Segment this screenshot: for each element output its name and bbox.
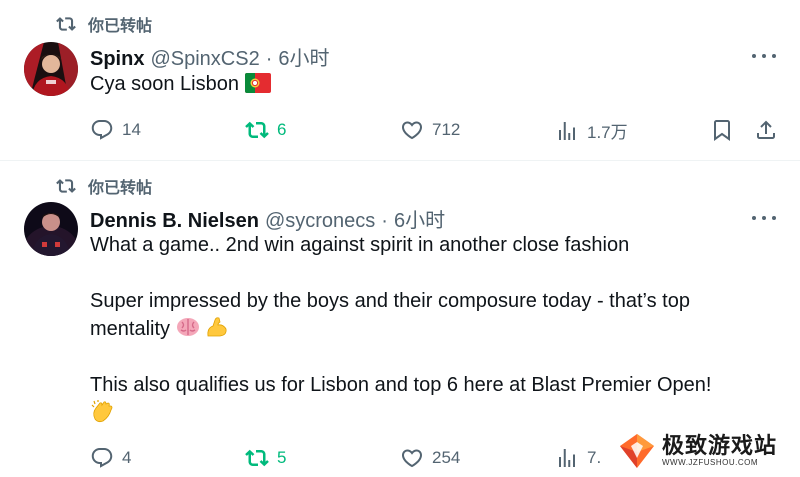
view-count: 1.7万 — [587, 123, 628, 142]
retweeted-label: 你已转帖 — [88, 18, 153, 35]
tweet-text-line: Cya soon Lisbon — [90, 73, 239, 95]
more-options-button[interactable] — [752, 46, 776, 66]
retweeted-indicator: 你已转帖 — [56, 12, 152, 36]
tweet-text: Cya soon Lisbon — [90, 70, 770, 98]
tweet-text-line: mentality — [90, 318, 171, 340]
watermark-logo-icon — [620, 434, 654, 468]
retweet-count: 5 — [277, 448, 287, 467]
tweet-divider — [0, 160, 800, 161]
author-name[interactable]: Dennis B. Nielsen — [90, 210, 259, 233]
author-handle[interactable]: @SpinxCS2 — [150, 48, 259, 71]
like-button[interactable]: 712 — [400, 118, 460, 142]
heart-icon — [401, 449, 423, 468]
site-watermark: 极致游戏站 WWW.JZFUSHOU.COM — [618, 432, 777, 470]
bookmark-icon — [714, 120, 730, 141]
heart-icon — [401, 121, 423, 140]
more-dot — [762, 216, 766, 220]
watermark-url: WWW.JZFUSHOU.COM — [662, 458, 758, 467]
reply-button[interactable]: 14 — [90, 118, 141, 142]
view-count: 7. — [587, 448, 602, 467]
reply-icon — [91, 448, 113, 468]
tweet-header: Spinx @SpinxCS2 · 6小时 — [90, 42, 330, 71]
reply-count: 4 — [122, 448, 132, 467]
reply-icon — [91, 120, 113, 140]
views-button[interactable]: 7. — [555, 446, 601, 470]
views-button[interactable]: 1.7万 — [555, 118, 628, 143]
analytics-icon — [559, 449, 575, 467]
like-button[interactable]: 254 — [400, 446, 460, 470]
retweet-button[interactable]: 5 — [245, 446, 286, 470]
separator-dot: · — [265, 48, 273, 70]
watermark-title: 极致游戏站 — [662, 433, 778, 458]
reply-button[interactable]: 4 — [90, 446, 131, 470]
more-dot — [762, 54, 766, 58]
tweet-text-line: What a game.. 2nd win against spirit in … — [90, 234, 630, 256]
retweet-count: 6 — [277, 120, 287, 139]
timestamp[interactable]: 6小时 — [394, 204, 445, 233]
tweet-text: What a game.. 2nd win against spirit in … — [90, 231, 770, 430]
separator-dot: · — [381, 210, 388, 232]
reply-count: 14 — [122, 120, 141, 139]
tweet-header: Dennis B. Nielsen @sycronecs · 6小时 — [90, 204, 445, 233]
more-dot — [752, 54, 756, 58]
tweet-text-line: This also qualifies us for Lisbon and to… — [90, 374, 712, 396]
brain-emoji-icon — [176, 318, 199, 336]
more-dot — [752, 216, 756, 220]
retweet-icon — [56, 179, 76, 193]
retweet-icon — [245, 449, 269, 467]
tweet-text-line: Super impressed by the boys and their co… — [90, 290, 690, 312]
tweet-card[interactable]: 你已转帖 Dennis B. Nielsen @sycronecs · 6小时 … — [0, 162, 800, 477]
avatar[interactable] — [24, 42, 78, 96]
more-dot — [772, 216, 776, 220]
like-count: 254 — [432, 448, 461, 467]
author-handle[interactable]: @sycronecs — [265, 210, 375, 233]
retweet-icon — [56, 17, 76, 31]
retweet-icon — [245, 121, 269, 139]
portugal-flag-icon — [244, 73, 271, 93]
more-options-button[interactable] — [752, 208, 776, 228]
tweet-card[interactable]: 你已转帖 Spinx @SpinxCS2 · 6小时 Cya soon Lisb… — [0, 0, 800, 160]
action-bar: 14 6 712 1.7万 — [90, 118, 780, 142]
avatar[interactable] — [24, 202, 78, 256]
analytics-icon — [559, 121, 575, 140]
share-button[interactable] — [754, 118, 778, 142]
clapping-hands-emoji-icon — [91, 400, 113, 423]
flexed-biceps-emoji-icon — [207, 317, 227, 337]
bookmark-button[interactable] — [710, 118, 734, 142]
retweet-button[interactable]: 6 — [245, 118, 286, 142]
retweeted-label: 你已转帖 — [88, 180, 153, 197]
like-count: 712 — [432, 120, 461, 139]
timestamp[interactable]: 6小时 — [278, 42, 329, 71]
share-icon — [757, 120, 775, 139]
author-name[interactable]: Spinx — [90, 48, 144, 71]
retweeted-indicator: 你已转帖 — [56, 174, 152, 198]
more-dot — [772, 54, 776, 58]
